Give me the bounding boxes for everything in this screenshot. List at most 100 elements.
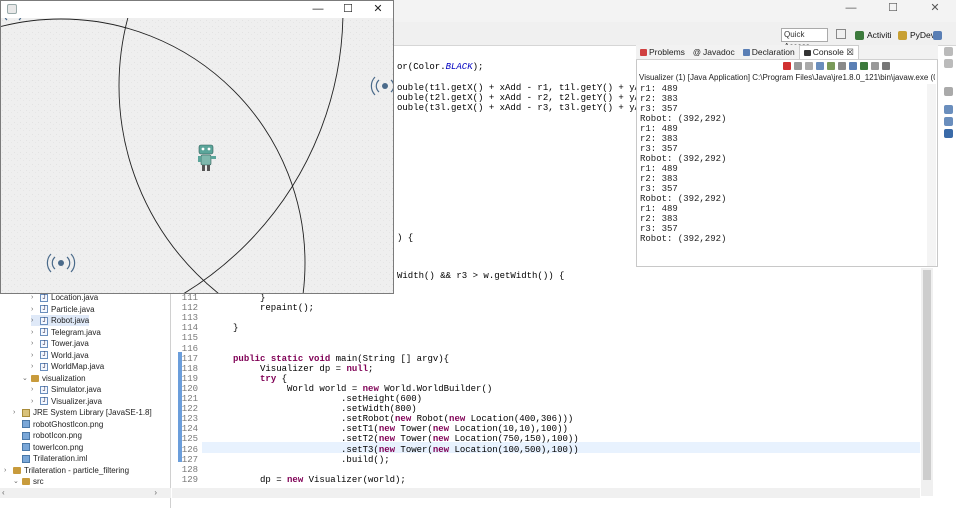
ide-maximize-button[interactable]: ☐ [872,0,914,18]
code-line: dp = new Visualizer(world); [206,474,406,485]
tree-item[interactable]: › J Visualizer.java [31,396,102,407]
tree-item[interactable]: Trilateration.iml [13,453,87,464]
collapsed-arrow-icon[interactable]: › [31,338,37,349]
editor-horizontal-scrollbar[interactable] [172,488,920,498]
remove-launch-icon[interactable] [794,62,802,70]
line-number: 123 [181,414,198,425]
declaration-icon [742,48,750,56]
project-icon [13,466,21,474]
console-line: r1: 489 [640,84,678,94]
line-number: 118 [181,363,198,374]
editor-vertical-scrollbar[interactable] [921,268,933,496]
scroll-left-icon[interactable]: ‹ [2,488,5,497]
code-line: .build(); [206,454,390,465]
code-line: public static void main(String [] argv){ [233,353,450,364]
ide-minimize-button[interactable]: — [830,0,872,18]
code-line: .setT3(new Tower(new Location(100,500),1… [206,444,579,455]
collapsed-arrow-icon[interactable]: › [4,465,10,476]
expanded-arrow-icon[interactable]: ⌄ [13,476,19,487]
open-console-icon[interactable] [871,62,879,70]
tree-item[interactable]: › J Tower.java [31,338,89,349]
collapsed-arrow-icon[interactable]: › [31,384,37,395]
code-line: .setRobot(new Robot(new Location(400,306… [206,414,574,425]
tab-console[interactable]: Console ☒ [798,45,859,59]
visualizer-canvas[interactable] [1,18,393,293]
restore-icon[interactable] [944,87,953,96]
visualizer-close-button[interactable]: ✕ [363,2,393,17]
tab-declaration[interactable]: Declaration [739,45,799,59]
tree-item-label: Trilateration - particle_filtering [24,465,130,475]
outline-icon[interactable] [944,105,953,114]
pin-console-icon[interactable] [849,62,857,70]
scroll-lock-icon[interactable] [816,62,824,70]
tree-item[interactable]: › J Simulator.java [31,384,101,395]
tree-item[interactable]: ⌄ visualization [22,373,86,384]
visualizer-maximize-button[interactable]: ☐ [333,2,363,17]
display-console-icon[interactable] [860,62,868,70]
collapsed-arrow-icon[interactable]: › [31,315,37,326]
line-number: 121 [181,394,198,404]
line-number: 120 [181,383,198,394]
tab-problems[interactable]: Problems [636,45,689,59]
console-line: r2: 383 [640,214,678,224]
expanded-arrow-icon[interactable]: ⌄ [22,373,28,384]
maximize-view-icon[interactable] [944,59,953,68]
show-on-output-icon[interactable] [838,62,846,70]
tab-javadoc-label: Javadoc [703,46,735,57]
tree-item[interactable]: robotIcon.png [13,430,82,441]
tree-item[interactable]: › J World.java [31,350,89,361]
tree-item[interactable]: robotGhostIcon.png [13,419,103,430]
terminate-icon[interactable] [783,62,791,70]
image-file-icon [22,431,30,440]
visualizer-title-bar[interactable]: — ☐ ✕ [1,1,393,18]
tab-javadoc[interactable]: @ Javadoc [689,45,739,59]
perspective-activiti-label: Activiti [867,30,892,40]
code-line: .setWidth(800) [206,404,417,415]
console-line: r1: 489 [640,124,678,134]
explorer-horizontal-scrollbar[interactable]: ‹ › [0,488,171,498]
ide-close-button[interactable]: ✕ [914,0,956,18]
tree-item[interactable]: › Trilateration - particle_filtering [4,465,129,476]
view-menu-icon[interactable] [882,62,890,70]
quick-access-input[interactable]: Quick Access [781,28,828,51]
canvas-background [1,18,393,293]
collapsed-arrow-icon[interactable]: › [13,407,19,418]
code-line: try { [260,373,288,384]
tree-item-label: Visualizer.java [51,396,102,406]
collapsed-arrow-icon[interactable]: › [31,361,37,372]
task-list-icon[interactable] [944,117,953,126]
tree-item[interactable]: › J Telegram.java [31,327,101,338]
open-perspective-icon[interactable] [836,29,846,39]
tree-item[interactable]: › JRE System Library [JavaSE-1.8] [13,407,152,418]
tree-item[interactable]: ⌄ src [13,476,44,487]
tree-item-label: src [33,477,44,486]
collapsed-arrow-icon[interactable]: › [31,350,37,361]
minimize-view-icon[interactable] [944,47,953,56]
scroll-right-icon[interactable]: › [154,488,157,497]
collapsed-arrow-icon[interactable]: › [31,327,37,338]
tab-console-label: Console ☒ [812,47,854,57]
tree-item[interactable]: › J WorldMap.java [31,361,104,372]
console-vertical-scrollbar[interactable] [927,84,936,266]
collapsed-arrow-icon[interactable]: › [31,396,37,407]
tree-item-label: Robot.java [51,316,90,325]
collapsed-arrow-icon[interactable]: › [31,304,37,315]
tree-item[interactable]: › J Particle.java [31,304,95,315]
word-wrap-icon[interactable] [827,62,835,70]
tree-item-label: World.java [51,350,89,360]
tab-problems-label: Problems [649,46,685,57]
perspective-activiti[interactable]: Activiti [852,27,895,43]
problems-trim-icon[interactable] [944,129,953,138]
line-number: 129 [181,474,198,485]
editor-scroll-thumb[interactable] [923,270,931,480]
visualizer-minimize-button[interactable]: — [303,2,333,17]
tree-item-label: robotIcon.png [33,431,82,440]
tree-item[interactable]: towerIcon.png [13,442,83,453]
java-file-icon: J [40,293,48,302]
tree-item[interactable]: › J Robot.java [31,315,90,326]
perspective-java[interactable] [930,27,945,43]
tree-item-label: towerIcon.png [33,442,84,452]
remove-all-icon[interactable] [805,62,813,70]
line-number: 116 [181,343,198,354]
java-file-icon: J [40,339,48,348]
